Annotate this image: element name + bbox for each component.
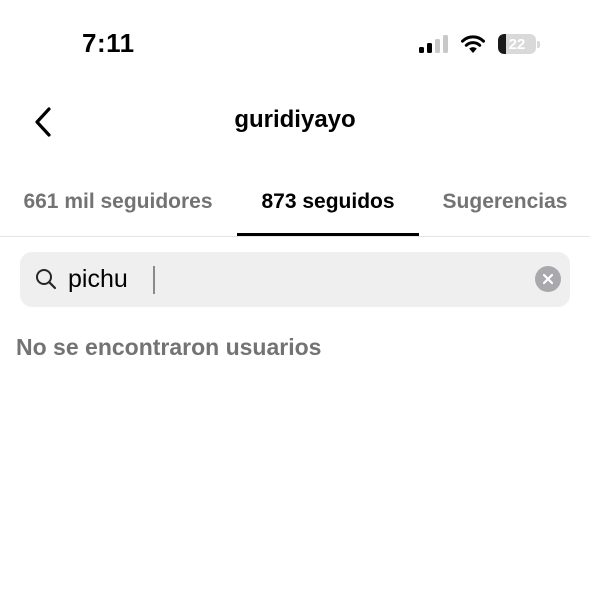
tab-followers[interactable]: 661 mil seguidores [0,180,236,236]
status-icons: 22 [419,32,540,56]
wifi-icon [461,35,485,53]
tab-bar: 661 mil seguidores 873 seguidos Sugerenc… [0,180,590,237]
tab-suggestions[interactable]: Sugerencias [420,180,590,236]
following-list-screen: 7:11 22 guridiyayo 661 mil seguidores 87… [0,0,590,591]
active-tab-indicator [237,233,419,236]
cellular-signal-icon [419,35,448,53]
battery-indicator: 22 [498,34,540,54]
clear-search-button[interactable] [535,266,561,292]
text-caret [153,266,155,294]
status-time: 7:11 [82,28,135,58]
clear-icon [542,273,554,285]
battery-level: 22 [508,35,526,53]
no-results-message: No se encontraron usuarios [16,334,322,360]
search-input[interactable] [68,252,508,307]
search-bar [20,252,570,307]
battery-icon: 22 [498,34,536,54]
tab-following[interactable]: 873 seguidos [237,180,419,236]
page-title: guridiyayo [234,106,356,133]
status-bar: 7:11 22 [0,0,590,88]
search-icon [36,269,57,290]
profile-header: guridiyayo [0,94,590,150]
